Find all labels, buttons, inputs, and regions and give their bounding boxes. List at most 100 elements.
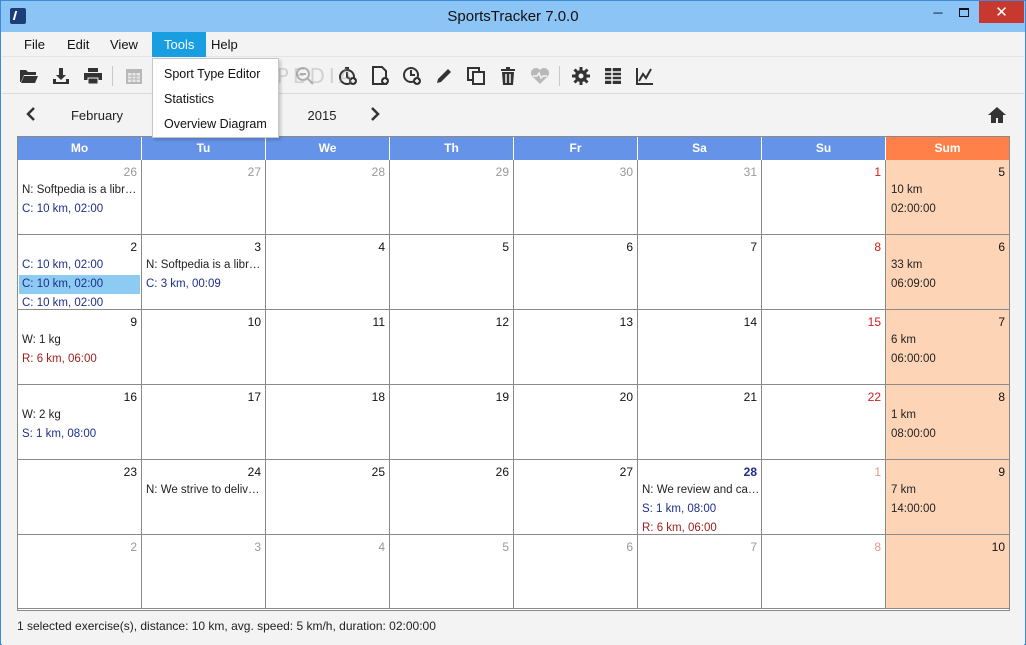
day-cell[interactable]: 6 — [514, 235, 638, 310]
day-number: 12 — [495, 315, 509, 329]
menu-item-statistics[interactable]: Statistics — [153, 87, 278, 112]
calendar-entry[interactable]: S: 1 km, 08:00 — [639, 500, 760, 519]
day-cell[interactable]: 2 — [18, 535, 142, 609]
day-cell[interactable]: 7 — [638, 235, 762, 310]
day-cell[interactable]: 25 — [266, 460, 390, 535]
day-cell[interactable]: 14 — [638, 310, 762, 385]
day-number: 5 — [502, 540, 509, 554]
weekday-header-cell: Fr — [514, 137, 638, 160]
day-cell[interactable]: 13 — [514, 310, 638, 385]
day-cell[interactable]: 2 C: 10 km, 02:00 C: 10 km, 02:00 C: 10 km,… — [18, 235, 142, 310]
day-cell[interactable]: 18 — [266, 385, 390, 460]
add-note-button[interactable] — [369, 65, 391, 87]
calendar-entry[interactable]: C: 10 km, 02:00 — [19, 294, 140, 309]
edit-button[interactable] — [433, 65, 455, 87]
day-cell[interactable]: 3 — [142, 535, 266, 609]
calendar-entry[interactable]: W: 1 kg — [19, 331, 140, 350]
settings-button[interactable] — [570, 65, 592, 87]
print-button[interactable] — [82, 65, 104, 87]
title-bar[interactable]: SportsTracker 7.0.0 ─ ✕ — [1, 1, 1025, 32]
calendar-entry[interactable]: C: 3 km, 00:09 — [143, 275, 264, 294]
day-cell[interactable]: 1 — [762, 460, 886, 535]
edit-icon — [437, 69, 451, 83]
menu-edit[interactable]: Edit — [55, 32, 101, 57]
day-cell[interactable]: 22 — [762, 385, 886, 460]
day-number: 16 — [123, 390, 137, 404]
day-cell[interactable]: 30 — [514, 160, 638, 235]
day-cell[interactable]: 21 — [638, 385, 762, 460]
maximize-button[interactable] — [949, 1, 979, 23]
calendar-entry[interactable]: C: 10 km, 02:00 — [19, 275, 140, 294]
day-cell[interactable]: 17 — [142, 385, 266, 460]
day-cell[interactable]: 6 — [514, 535, 638, 609]
day-cell[interactable]: 7 — [638, 535, 762, 609]
copy-button[interactable] — [465, 65, 487, 87]
menu-view[interactable]: View — [98, 32, 150, 57]
day-number: 10 — [247, 315, 261, 329]
delete-button[interactable] — [497, 65, 519, 87]
menu-item-sport-type-editor[interactable]: Sport Type Editor — [153, 62, 278, 87]
day-number: 26 — [123, 165, 137, 179]
chart-button[interactable] — [634, 65, 656, 87]
day-cell[interactable]: 4 — [266, 535, 390, 609]
menu-file[interactable]: File — [12, 32, 57, 57]
heart-rate-button[interactable] — [529, 65, 551, 87]
calendar-entry[interactable]: C: 10 km, 02:00 — [19, 200, 140, 219]
day-cell[interactable]: 16 W: 2 kg S: 1 km, 08:00 — [18, 385, 142, 460]
day-cell[interactable]: 31 — [638, 160, 762, 235]
week-sum-cell: 7 6 km 06:00:00 — [886, 310, 1009, 385]
calendar-entry[interactable]: W: 2 kg — [19, 406, 140, 425]
day-number: 15 — [867, 315, 881, 329]
day-cell[interactable]: 1 — [762, 160, 886, 235]
list-view-button[interactable] — [602, 65, 624, 87]
day-cell[interactable]: 26 N: Softpedia is a libra... C: 10 km, 02… — [18, 160, 142, 235]
day-cell[interactable]: 11 — [266, 310, 390, 385]
weekday-header-cell: Mo — [18, 137, 142, 160]
calendar-entry[interactable]: R: 6 km, 06:00 — [19, 350, 140, 369]
day-cell[interactable]: 29 — [390, 160, 514, 235]
toolbar-separator — [559, 66, 560, 86]
calendar-entry[interactable]: C: 10 km, 02:00 — [19, 256, 140, 275]
day-cell[interactable]: 28 N: We review and cat... S: 1 km, 08:00 R… — [638, 460, 762, 535]
calendar-entry[interactable]: R: 6 km, 06:00 — [639, 519, 760, 534]
day-cell[interactable]: 9 W: 1 kg R: 6 km, 06:00 — [18, 310, 142, 385]
add-weight-button[interactable] — [401, 65, 423, 87]
day-cell[interactable]: 20 — [514, 385, 638, 460]
day-cell[interactable]: 5 — [390, 235, 514, 310]
open-button[interactable] — [18, 65, 40, 87]
menu-item-overview-diagram[interactable]: Overview Diagram — [153, 112, 278, 137]
day-cell[interactable]: 8 — [762, 235, 886, 310]
previous-month-button[interactable] — [24, 107, 38, 121]
save-button[interactable] — [50, 65, 72, 87]
calendar-entry[interactable]: N: We strive to delive... — [143, 481, 264, 500]
calendar-entry[interactable]: N: We review and cat... — [639, 481, 760, 500]
day-cell[interactable]: 19 — [390, 385, 514, 460]
next-month-button[interactable] — [368, 107, 382, 121]
day-cell[interactable]: 5 — [390, 535, 514, 609]
day-cell[interactable]: 26 — [390, 460, 514, 535]
close-icon: ✕ — [995, 4, 1008, 21]
day-cell[interactable]: 4 — [266, 235, 390, 310]
day-cell[interactable]: 28 — [266, 160, 390, 235]
day-cell[interactable]: 3 N: Softpedia is a libra... C: 3 km, 00:0… — [142, 235, 266, 310]
day-cell[interactable]: 10 — [142, 310, 266, 385]
day-cell[interactable]: 23 — [18, 460, 142, 535]
day-number: 1 — [874, 465, 881, 479]
add-note-icon — [372, 66, 389, 85]
calendar-entry[interactable]: S: 1 km, 08:00 — [19, 425, 140, 444]
day-cell[interactable]: 8 — [762, 535, 886, 609]
close-button[interactable]: ✕ — [979, 1, 1024, 23]
week-duration: 02:00:00 — [891, 203, 936, 215]
day-cell[interactable]: 12 — [390, 310, 514, 385]
home-button[interactable] — [987, 105, 1007, 125]
weekday-header-cell: We — [266, 137, 390, 160]
day-cell[interactable]: 27 — [514, 460, 638, 535]
day-cell[interactable]: 27 — [142, 160, 266, 235]
calendar-entry[interactable]: N: Softpedia is a libra... — [143, 256, 264, 275]
day-cell[interactable]: 15 — [762, 310, 886, 385]
menu-help[interactable]: Help — [199, 32, 250, 57]
day-cell[interactable]: 24 N: We strive to delive... — [142, 460, 266, 535]
calendar-button[interactable] — [123, 65, 145, 87]
day-number: 7 — [750, 540, 757, 554]
calendar-entry[interactable]: N: Softpedia is a libra... — [19, 181, 140, 200]
